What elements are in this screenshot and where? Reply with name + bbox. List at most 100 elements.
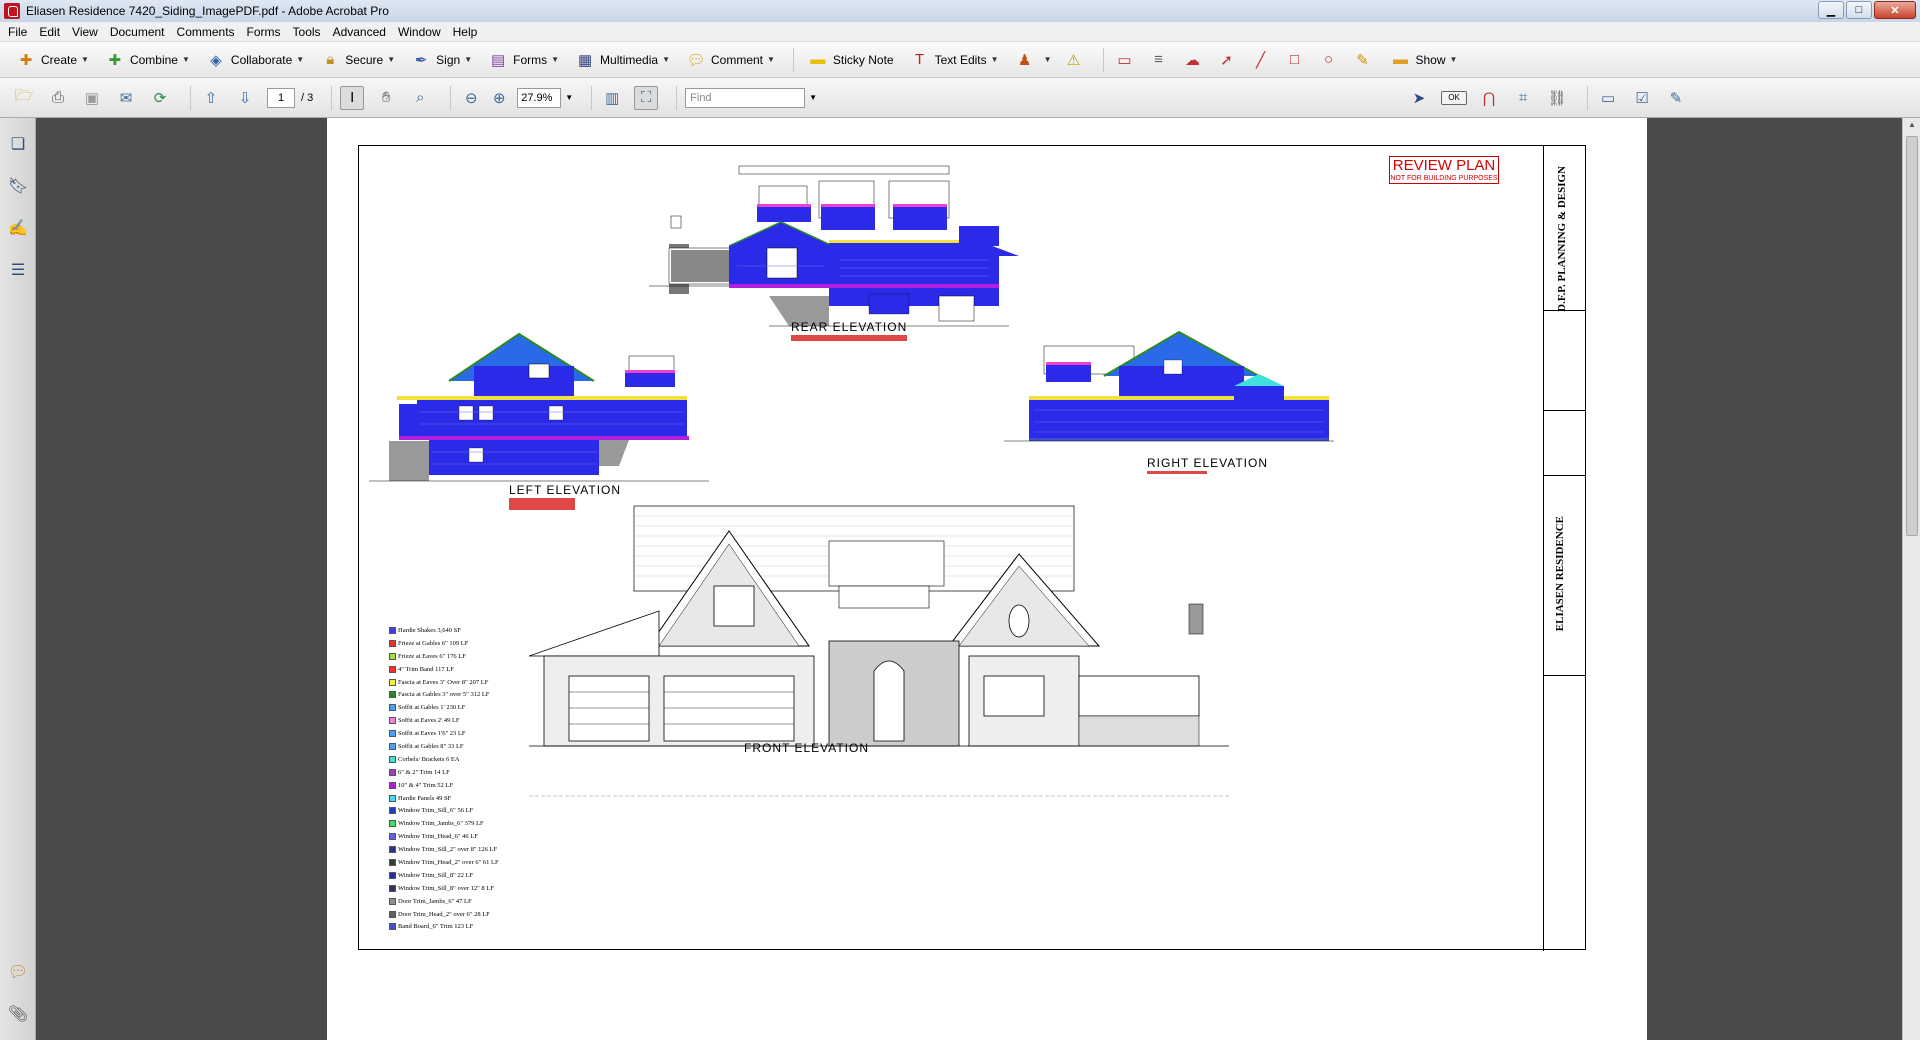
comment-button[interactable]: 💬︎ Comment ▼ <box>680 46 781 74</box>
crop-icon[interactable]: ⌗ <box>1511 86 1535 110</box>
maximize-button[interactable]: □ <box>1846 1 1872 19</box>
fit-page-icon[interactable]: ⛶ <box>634 85 659 110</box>
scrolling-mode-icon[interactable]: ▥ <box>600 86 624 110</box>
legend-label: Window Trim_Sill_2" over 8" 126 LF <box>398 846 498 854</box>
email-icon[interactable]: ✉ <box>114 86 138 110</box>
legend-item: Soffit at Gables 8" 33 LF <box>389 740 539 753</box>
checkbox-icon[interactable]: ☑ <box>1630 86 1654 110</box>
collaborate-button[interactable]: ◈ Collaborate ▼ <box>200 46 310 74</box>
find-input[interactable]: Find <box>685 87 806 108</box>
text-box-icon[interactable]: ≡ <box>1146 48 1170 72</box>
comments-pane-icon[interactable]: 💬︎ <box>6 960 30 984</box>
next-page-icon[interactable]: ⇩ <box>233 86 257 110</box>
legend-swatch <box>389 923 396 931</box>
cloud-icon[interactable]: ☁ <box>1180 48 1204 72</box>
legend-item: 10" & 4" Trim 52 LF <box>389 779 539 792</box>
callout-icon[interactable]: ▭ <box>1112 48 1136 72</box>
review-plan-subtitle: NOT FOR BUILDING PURPOSES <box>1390 175 1498 182</box>
layers-icon[interactable]: ☰ <box>6 258 30 282</box>
menu-forms[interactable]: Forms <box>241 22 287 42</box>
rectangle-icon[interactable]: □ <box>1282 48 1306 72</box>
edit-form-icon[interactable]: ✎ <box>1664 86 1688 110</box>
attach-warning-icon[interactable]: ⚠ <box>1061 48 1085 72</box>
chevron-down-icon: ▼ <box>662 55 670 64</box>
legend-label: Soffit at Eaves 1'6" 23 LF <box>398 730 466 738</box>
secure-button[interactable]: 🔒︎ Secure ▼ <box>314 46 401 74</box>
open-folder-icon[interactable]: 🗁 <box>12 86 36 110</box>
form-field-icon[interactable]: ▭ <box>1596 86 1620 110</box>
pages-icon[interactable]: ❏ <box>6 132 30 156</box>
ok-button[interactable]: OK <box>1441 90 1468 105</box>
review-plan-title: REVIEW PLAN <box>1392 157 1496 174</box>
arrow-icon[interactable]: ➚ <box>1214 48 1238 72</box>
rear-elevation-label: REAR ELEVATION <box>791 320 908 341</box>
hand-tool-icon[interactable]: ✋︎ <box>374 86 398 110</box>
toolbar-separator <box>1587 85 1589 110</box>
sign-button[interactable]: ✒ Sign ▼ <box>405 46 478 74</box>
zoom-tool-icon[interactable]: ⌕ <box>408 86 432 110</box>
sticky-note-button[interactable]: ▬ Sticky Note <box>802 46 900 74</box>
menu-document[interactable]: Document <box>104 22 171 42</box>
create-button[interactable]: ✚ Create ▼ <box>10 46 95 74</box>
menu-window[interactable]: Window <box>392 22 447 42</box>
zoom-in-icon[interactable]: ⊕ <box>487 86 511 110</box>
link-icon[interactable]: ⛓ <box>1545 86 1569 110</box>
pencil-icon[interactable]: ✎ <box>1350 48 1374 72</box>
magnet-icon[interactable]: ⋂ <box>1477 86 1501 110</box>
bookmarks-icon[interactable]: 🔖︎ <box>6 174 30 198</box>
share-icon[interactable]: ⟳ <box>148 86 172 110</box>
show-button[interactable]: ▬ Show ▼ <box>1384 46 1463 74</box>
menu-edit[interactable]: Edit <box>33 22 66 42</box>
page-number-input[interactable]: 1 <box>267 87 295 108</box>
menu-tools[interactable]: Tools <box>287 22 327 42</box>
attachments-icon[interactable]: 📎︎ <box>6 1002 30 1026</box>
forms-button[interactable]: ▤ Forms ▼ <box>482 46 565 74</box>
previous-page-icon[interactable]: ⇧ <box>199 86 223 110</box>
select-object-icon[interactable]: ➤ <box>1407 86 1431 110</box>
combine-label: Combine <box>129 52 178 67</box>
page-total: / 3 <box>301 91 314 104</box>
minimize-button[interactable]: ▁ <box>1818 1 1844 19</box>
menu-view[interactable]: View <box>66 22 104 42</box>
document-viewport[interactable]: REVIEW PLAN NOT FOR BUILDING PURPOSES RE… <box>36 118 1902 1040</box>
vertical-scrollbar[interactable]: ▲ <box>1902 118 1920 1040</box>
legend-swatch <box>389 665 396 673</box>
legend-swatch <box>389 820 396 828</box>
save-icon[interactable]: ▣ <box>80 86 104 110</box>
close-button[interactable]: ✕ <box>1874 1 1916 19</box>
line-icon[interactable]: ╱ <box>1248 48 1272 72</box>
zoom-out-icon[interactable]: ⊖ <box>459 86 483 110</box>
menu-advanced[interactable]: Advanced <box>327 22 392 42</box>
tasks-toolbar: ✚ Create ▼ ✚ Combine ▼ ◈ Collaborate ▼ 🔒︎ Secur… <box>0 42 1920 78</box>
legend-label: Fascia at Gables 3" over 5" 312 LF <box>398 691 490 699</box>
navigation-pane: ❏ 🔖︎ ✍ ☰ 💬︎ 📎︎ <box>0 118 36 1040</box>
legend-item: Soffit at Eaves 1'6" 23 LF <box>389 727 539 740</box>
select-text-icon[interactable]: I <box>340 85 365 110</box>
oval-icon[interactable]: ○ <box>1316 48 1340 72</box>
scrollbar-thumb[interactable] <box>1906 136 1918 536</box>
legend-label: Window Trim_Sill_8" 22 LF <box>398 871 474 879</box>
scroll-up-icon[interactable]: ▲ <box>1906 120 1918 132</box>
legend-item: Corbels/ Brackets 6 EA <box>389 753 539 766</box>
stamp-button[interactable]: ♟ ▼ <box>1009 46 1058 74</box>
toolbar-separator <box>1103 47 1105 72</box>
text-edits-button[interactable]: T Text Edits ▼ <box>904 46 1005 74</box>
signatures-icon[interactable]: ✍ <box>6 216 30 240</box>
toolbar-separator <box>676 85 678 110</box>
combine-button[interactable]: ✚ Combine ▼ <box>99 46 196 74</box>
legend-label: Window Trim_Sill_6" 56 LF <box>398 807 474 815</box>
legend-swatch <box>389 794 396 802</box>
find-dropdown-icon[interactable]: ▼ <box>809 93 817 102</box>
revision-block <box>1544 411 1586 476</box>
chevron-down-icon: ▼ <box>767 55 775 64</box>
legend-item: Window Trim_Sill_2" over 8" 126 LF <box>389 843 539 856</box>
zoom-level-input[interactable]: 27.9% <box>517 87 562 108</box>
menu-file[interactable]: File <box>2 22 33 42</box>
print-icon[interactable]: ⎙ <box>46 86 70 110</box>
forms-label: Forms <box>513 52 548 67</box>
legend-label: Hardie Panels 49 SF <box>398 794 452 802</box>
menu-comments[interactable]: Comments <box>171 22 241 42</box>
multimedia-button[interactable]: ▦ Multimedia ▼ <box>569 46 676 74</box>
zoom-dropdown-icon[interactable]: ▼ <box>565 93 573 102</box>
menu-help[interactable]: Help <box>447 22 484 42</box>
